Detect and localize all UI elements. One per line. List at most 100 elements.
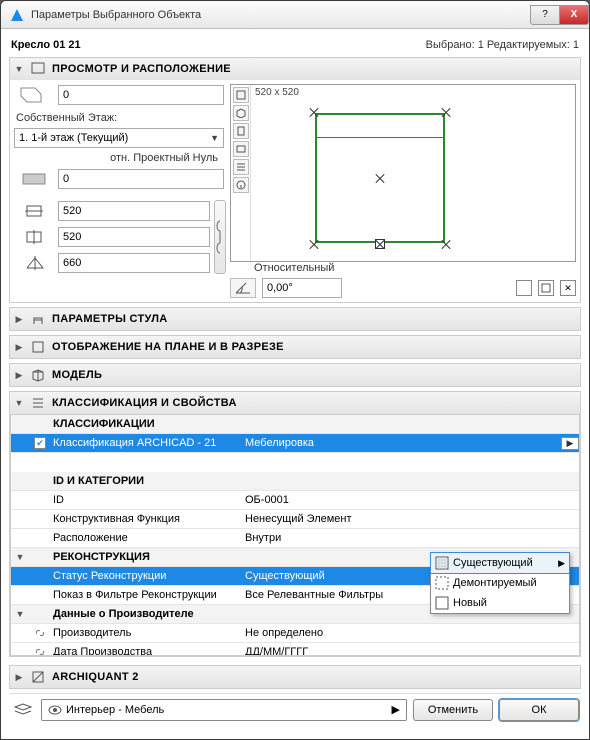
section-model: ▶ МОДЕЛЬ bbox=[9, 363, 581, 387]
row-archicad-classification[interactable]: ✔ Классификация ARCHICAD - 21 Мебелировк… bbox=[11, 434, 579, 453]
section-display-header[interactable]: ▶ ОТОБРАЖЕНИЕ НА ПЛАНЕ И В РАЗРЕЗЕ bbox=[10, 336, 580, 358]
view-info-button[interactable] bbox=[233, 177, 249, 193]
object-back bbox=[315, 113, 445, 138]
demolished-icon bbox=[435, 576, 449, 590]
height-icon bbox=[14, 252, 54, 274]
close-button[interactable]: X bbox=[559, 5, 589, 25]
elevation-input[interactable] bbox=[58, 85, 224, 105]
existing-icon bbox=[435, 556, 449, 570]
chair-icon bbox=[30, 311, 46, 327]
collapse-icon: ▼ bbox=[14, 398, 24, 408]
preview-icon bbox=[30, 61, 46, 77]
section-preview: ▼ ПРОСМОТР И РАСПОЛОЖЕНИЕ Соб bbox=[9, 57, 581, 303]
preview-viewport[interactable]: 520 x 520 bbox=[230, 84, 576, 262]
preview-dimensions-label: 520 x 520 bbox=[255, 87, 299, 98]
section-class-header[interactable]: ▼ КЛАССИФИКАЦИЯ И СВОЙСТВА bbox=[10, 392, 580, 414]
view-2d-button[interactable] bbox=[233, 87, 249, 103]
depth-input[interactable] bbox=[58, 227, 210, 247]
dialog-window: Параметры Выбранного Объекта ? X Кресло … bbox=[0, 0, 590, 740]
popup-option-demolished[interactable]: Демонтируемый bbox=[431, 573, 569, 593]
section-model-header[interactable]: ▶ МОДЕЛЬ bbox=[10, 364, 580, 386]
width-icon bbox=[14, 200, 54, 222]
popup-option-existing[interactable]: Существующий ▶ bbox=[431, 553, 569, 573]
relative-label: Относительный bbox=[254, 262, 576, 274]
expand-icon: ▶ bbox=[14, 342, 24, 353]
section-archiquant-title: ARCHIQUANT 2 bbox=[52, 671, 139, 683]
row-structural-function[interactable]: Конструктивная Функция Ненесущий Элемент bbox=[11, 510, 579, 529]
rotation-angle-input[interactable] bbox=[262, 278, 342, 298]
popup-option-new[interactable]: Новый bbox=[431, 593, 569, 613]
row-position[interactable]: Расположение Внутри bbox=[11, 529, 579, 548]
expand-icon: ▶ bbox=[14, 370, 24, 381]
object-header: Кресло 01 21 Выбрано: 1 Редактируемых: 1 bbox=[9, 35, 581, 57]
titlebar: Параметры Выбранного Объекта ? X bbox=[1, 1, 589, 29]
properties-icon bbox=[30, 395, 46, 411]
section-class-title: КЛАССИФИКАЦИЯ И СВОЙСТВА bbox=[52, 397, 237, 409]
dialog-content: Кресло 01 21 Выбрано: 1 Редактируемых: 1… bbox=[1, 29, 589, 739]
row-production-date[interactable]: Дата Производства ДД/ММ/ГГГГ bbox=[11, 643, 579, 656]
section-display: ▶ ОТОБРАЖЕНИЕ НА ПЛАНЕ И В РАЗРЕЗЕ bbox=[9, 335, 581, 359]
section-model-title: МОДЕЛЬ bbox=[52, 369, 102, 381]
mirror-checkbox[interactable] bbox=[516, 280, 532, 296]
dimension-link-toggle[interactable] bbox=[214, 200, 226, 274]
row-manufacturer[interactable]: Производитель Не определено bbox=[11, 624, 579, 643]
section-chair-params: ▶ ПАРАМЕТРЫ СТУЛА bbox=[9, 307, 581, 331]
renovation-status-popup: Существующий ▶ Демонтируемый Новый bbox=[430, 552, 570, 614]
object-name: Кресло 01 21 bbox=[11, 39, 81, 51]
hotspot-icon bbox=[309, 107, 319, 117]
cube-icon bbox=[30, 367, 46, 383]
reference-icon bbox=[14, 168, 54, 190]
footer-row: Интерьер - Мебель ▶ Отменить ОК bbox=[9, 693, 581, 721]
preview-toolbar bbox=[231, 85, 251, 261]
cancel-button[interactable]: Отменить bbox=[413, 699, 493, 721]
layer-value: Интерьер - Мебель bbox=[66, 704, 164, 716]
preview-canvas: 520 x 520 bbox=[251, 85, 575, 261]
chevron-down-icon: ▼ bbox=[210, 133, 219, 143]
link-icon bbox=[29, 627, 51, 639]
home-storey-value: 1. 1-й этаж (Текущий) bbox=[19, 132, 128, 144]
chevron-right-icon: ▶ bbox=[558, 558, 565, 569]
section-chair-title: ПАРАМЕТРЫ СТУЛА bbox=[52, 313, 168, 325]
home-storey-label: Собственный Этаж: bbox=[14, 110, 224, 124]
link-icon bbox=[29, 646, 51, 656]
home-storey-combo[interactable]: 1. 1-й этаж (Текущий) ▼ bbox=[14, 128, 224, 148]
chevron-right-icon: ▶ bbox=[392, 703, 400, 716]
section-archiquant-header[interactable]: ▶ ARCHIQUANT 2 bbox=[10, 666, 580, 688]
view-front-button[interactable] bbox=[233, 123, 249, 139]
anchor-hotspot-icon bbox=[375, 239, 385, 249]
help-button[interactable]: ? bbox=[530, 5, 560, 25]
view-3d-button[interactable] bbox=[233, 105, 249, 121]
new-icon bbox=[435, 596, 449, 610]
layer-icon bbox=[11, 701, 35, 719]
elevation-icon bbox=[14, 84, 54, 106]
reference-input[interactable] bbox=[58, 169, 224, 189]
row-id[interactable]: ID ОБ-0001 bbox=[11, 491, 579, 510]
angle-icon bbox=[230, 278, 256, 298]
hotspot-icon bbox=[309, 239, 319, 249]
hotspot-icon bbox=[375, 173, 385, 183]
section-display-title: ОТОБРАЖЕНИЕ НА ПЛАНЕ И В РАЗРЕЗЕ bbox=[52, 341, 284, 353]
height-input[interactable] bbox=[58, 253, 210, 273]
window-title: Параметры Выбранного Объекта bbox=[31, 9, 531, 21]
classification-picker-button[interactable]: ▶ bbox=[561, 437, 579, 450]
layer-combo[interactable]: Интерьер - Мебель ▶ bbox=[41, 699, 407, 721]
classification-checkbox[interactable]: ✔ bbox=[34, 437, 46, 449]
group-id-categories[interactable]: ID И КАТЕГОРИИ bbox=[11, 472, 579, 491]
archiquant-icon bbox=[30, 669, 46, 685]
selection-status: Выбрано: 1 Редактируемых: 1 bbox=[426, 39, 579, 51]
group-classifications[interactable]: КЛАССИФИКАЦИИ bbox=[11, 415, 579, 434]
expand-icon: ▶ bbox=[14, 314, 24, 325]
collapse-icon: ▼ bbox=[14, 64, 24, 74]
topview-toggle[interactable] bbox=[538, 280, 554, 296]
hotspots-toggle[interactable]: ✕ bbox=[560, 280, 576, 296]
section-preview-header[interactable]: ▼ ПРОСМОТР И РАСПОЛОЖЕНИЕ bbox=[10, 58, 580, 80]
view-side-button[interactable] bbox=[233, 141, 249, 157]
section-classification: ▼ КЛАССИФИКАЦИЯ И СВОЙСТВА КЛАССИФИКАЦИИ… bbox=[9, 391, 581, 657]
view-list-button[interactable] bbox=[233, 159, 249, 175]
width-input[interactable] bbox=[58, 201, 210, 221]
display-icon bbox=[30, 339, 46, 355]
section-chair-header[interactable]: ▶ ПАРАМЕТРЫ СТУЛА bbox=[10, 308, 580, 330]
properties-table: КЛАССИФИКАЦИИ ✔ Классификация ARCHICAD -… bbox=[10, 414, 580, 656]
ok-button[interactable]: ОК bbox=[499, 699, 579, 721]
section-preview-title: ПРОСМОТР И РАСПОЛОЖЕНИЕ bbox=[52, 63, 231, 75]
